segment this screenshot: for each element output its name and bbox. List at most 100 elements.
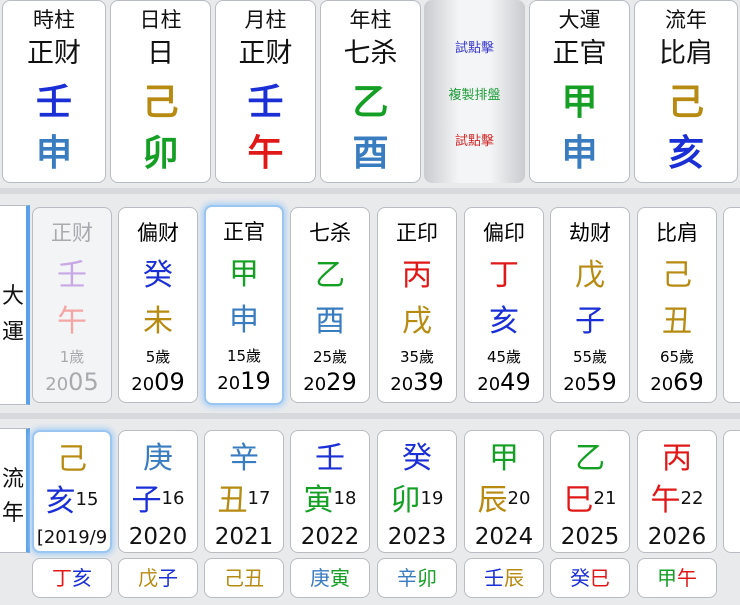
pillar-label: 流年	[665, 8, 707, 32]
liunian-stem: 癸	[402, 441, 432, 476]
dayun-card[interactable]: 比肩己丑 65歲 2069	[637, 207, 717, 403]
ganzhi-chip[interactable]: 己丑	[204, 558, 284, 598]
liunian-card[interactable]: 癸卯19 2023	[377, 430, 457, 553]
liunian-branch: 寅	[303, 483, 334, 518]
dayun-start-year: 2069	[638, 368, 716, 399]
ganzhi-stem: 己	[224, 566, 244, 590]
liunian-age: 21	[593, 488, 617, 509]
dayun-year-suffix: 59	[586, 368, 617, 396]
dayun-stem: 丙	[402, 258, 432, 293]
liunian-card[interactable]: 辛丑17 2021	[204, 430, 284, 553]
ganzhi-chip[interactable]: 辛卯	[377, 558, 457, 598]
dayun-card[interactable]: 劫财戊子 55歲 2059	[550, 207, 630, 403]
ganzhi-chip[interactable]: 戊子	[118, 558, 198, 598]
liunian-year: 2022	[300, 524, 360, 550]
liunian-age: 16	[161, 488, 185, 509]
liunian-branch-wrap: 丑17	[205, 481, 283, 519]
liunian-branch-wrap: 午22	[638, 481, 716, 519]
liunian-stem: 己	[57, 442, 87, 477]
pillar-label: 大運	[558, 8, 601, 32]
liunian-branch: 子	[131, 483, 162, 518]
pillar-year[interactable]: 年柱 七杀 乙 酉	[320, 0, 421, 183]
liunian-year: 2023	[387, 524, 447, 550]
dayun-year-prefix: 20	[45, 374, 69, 395]
pillar-ten-god: 日	[147, 38, 174, 69]
ganzhi-branch: 子	[158, 566, 178, 590]
liunian-card[interactable]: 丙午22 2026	[637, 430, 717, 553]
dayun-card[interactable]: 正印丙戌 35歲 2039	[377, 207, 457, 403]
dayun-year-prefix: 20	[390, 374, 414, 395]
ganzhi-chip[interactable]: 丁亥	[32, 558, 112, 598]
pillar-label: 日柱	[139, 8, 182, 32]
dayun-stem: 甲	[229, 257, 259, 292]
dayun-year-suffix: 19	[240, 367, 271, 395]
dayun-start-year: 2059	[551, 368, 629, 399]
liunian-branch-wrap: 子16	[119, 481, 197, 519]
dayun-branch: 午	[57, 304, 87, 339]
dayun-ten-god: 偏财	[137, 221, 179, 245]
pillar-label: 月柱	[244, 8, 287, 32]
liunian-age: 18	[333, 488, 357, 509]
dayun-card[interactable]: 偏财癸未 5歲 2009	[118, 207, 198, 403]
dayun-stem: 丁	[489, 258, 519, 293]
ganzhi-branch: 辰	[504, 566, 524, 590]
dayun-side-label: 大 運	[0, 205, 30, 405]
pillar-ten-god: 正财	[27, 38, 81, 69]
dayun-branch: 戌	[402, 304, 432, 339]
overflow-card-edge	[723, 207, 740, 403]
liunian-card[interactable]: 己亥15 [2019/9	[32, 430, 112, 553]
liunian-year: 2020	[128, 524, 188, 550]
dayun-branch: 酉	[315, 304, 345, 339]
copy-chart-button[interactable]: 複製排盤	[424, 84, 525, 103]
liunian-side-label: 流 年	[0, 428, 30, 553]
liunian-card[interactable]: 庚子16 2020	[118, 430, 198, 553]
pillar-ten-god: 比肩	[659, 38, 713, 69]
try-click-button-top[interactable]: 試點擊	[424, 37, 525, 56]
dayun-card[interactable]: 正财壬午 1歲 2005	[32, 207, 112, 403]
liunian-stem: 庚	[143, 441, 173, 476]
dayun-card[interactable]: 偏印丁亥 45歲 2049	[464, 207, 544, 403]
pillar-month[interactable]: 月柱 正财 壬 午	[215, 0, 316, 183]
liunian-card[interactable]: 乙巳21 2025	[550, 430, 630, 553]
ganzhi-branch: 寅	[330, 566, 350, 590]
liunian-branch: 巳	[563, 483, 594, 518]
pillar-annual[interactable]: 流年 比肩 己 亥	[634, 0, 738, 183]
pillar-branch: 午	[247, 133, 284, 174]
ganzhi-stem: 丁	[52, 566, 72, 590]
liunian-year: 2021	[214, 524, 274, 550]
pillar-day[interactable]: 日柱 日 己 卯	[110, 0, 211, 183]
pillar-stem: 壬	[247, 82, 284, 123]
pillar-ten-god: 正财	[238, 38, 293, 69]
ganzhi-chip[interactable]: 壬辰	[464, 558, 544, 598]
section-divider	[0, 413, 740, 419]
dayun-ten-god: 正财	[51, 221, 93, 245]
dayun-stem: 壬	[57, 258, 87, 293]
dayun-card[interactable]: 七杀乙酉 25歲 2029	[290, 207, 370, 403]
ganzhi-branch: 亥	[72, 566, 92, 590]
pillar-branch: 卯	[142, 133, 179, 174]
pillar-ten-god: 七杀	[343, 38, 398, 69]
ganzhi-chip[interactable]: 癸巳	[550, 558, 630, 598]
ganzhi-chip[interactable]: 庚寅	[290, 558, 370, 598]
pillar-hour[interactable]: 時柱 正财 壬 申	[2, 0, 106, 183]
dayun-year-prefix: 20	[563, 374, 587, 395]
dayun-year-prefix: 20	[217, 373, 241, 394]
dayun-branch: 亥	[489, 304, 519, 339]
dayun-start-year: 2009	[119, 368, 197, 399]
ganzhi-chip[interactable]: 甲午	[637, 558, 717, 598]
dayun-age: 65歲	[659, 348, 695, 366]
try-click-button-bottom[interactable]: 試點擊	[424, 130, 525, 149]
ganzhi-stem: 癸	[570, 566, 590, 590]
pillar-luck[interactable]: 大運 正官 甲 申	[529, 0, 630, 183]
dayun-ten-god: 劫财	[569, 221, 611, 245]
liunian-card[interactable]: 甲辰20 2024	[464, 430, 544, 553]
dayun-ten-god: 正印	[396, 221, 438, 245]
dayun-age: 5歲	[145, 348, 171, 366]
liunian-card[interactable]: 壬寅18 2022	[290, 430, 370, 553]
ganzhi-stem: 庚	[310, 566, 330, 590]
dayun-age: 1歲	[59, 348, 85, 366]
dayun-card[interactable]: 正官甲申 15歲 2019	[204, 205, 284, 405]
liunian-stem: 壬	[315, 441, 345, 476]
overflow-card-edge	[723, 430, 740, 553]
ganzhi-stem: 壬	[484, 566, 504, 590]
